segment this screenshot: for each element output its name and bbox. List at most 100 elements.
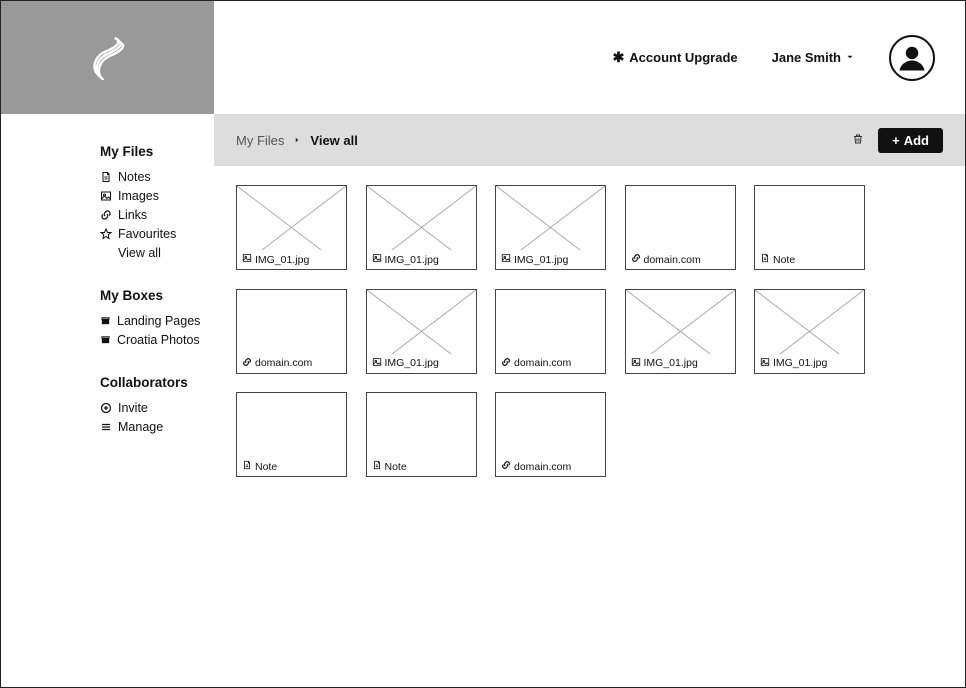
menu-icon [100,421,112,433]
file-grid: IMG_01.jpg IMG_01.jpg IMG_01.jpg domain.com… [236,185,943,477]
account-upgrade-link[interactable]: ✱ Account Upgrade [613,49,738,66]
file-tile[interactable]: domain.com [625,185,736,270]
chevron-down-icon [845,50,855,65]
file-tile[interactable]: domain.com [236,289,347,374]
file-tile[interactable]: IMG_01.jpg [495,185,606,270]
link-icon [501,460,511,473]
tile-caption: IMG_01.jpg [367,354,476,373]
delete-button[interactable] [852,133,864,148]
tile-label: IMG_01.jpg [644,357,698,369]
tile-caption: IMG_01.jpg [755,354,864,373]
sidebar-heading-myfiles: My Files [100,144,190,159]
add-button-label: Add [904,133,929,148]
tile-label: IMG_01.jpg [514,254,568,266]
sidebar-item-notes[interactable]: Notes [100,167,190,186]
image-icon [501,253,511,266]
image-icon [760,357,770,370]
sidebar-item-croatiaphotos[interactable]: Croatia Photos [100,330,190,349]
tile-caption: IMG_01.jpg [496,250,605,269]
box-icon [100,334,111,345]
link-icon [100,209,112,221]
tile-caption: IMG_01.jpg [626,354,735,373]
sidebar-heading-collaborators: Collaborators [100,375,190,390]
tile-caption: domain.com [237,354,346,373]
note-icon [760,253,770,266]
box-icon [100,315,111,326]
tile-label: domain.com [255,357,312,369]
burst-icon: ✱ [613,49,625,66]
link-icon [242,357,252,370]
sidebar-item-invite[interactable]: Invite [100,398,190,417]
sidebar-item-landingpages[interactable]: Landing Pages [100,311,190,330]
link-icon [501,357,511,370]
file-tile[interactable]: IMG_01.jpg [625,289,736,374]
note-icon [372,460,382,473]
image-icon [242,253,252,266]
tile-label: Note [385,461,407,473]
breadcrumb-root[interactable]: My Files [236,133,284,148]
tile-caption: domain.com [626,250,735,269]
account-upgrade-label: Account Upgrade [629,50,737,65]
chevron-right-icon [292,133,302,148]
image-icon [372,253,382,266]
sidebar-group-myfiles: My Files Notes Images [100,144,190,262]
tile-caption: Note [755,250,864,269]
sidebar-item-label: Favourites [118,227,176,241]
sidebar-group-collaborators: Collaborators Invite Manage [100,375,190,436]
plus-circle-icon [100,402,112,414]
file-tile[interactable]: IMG_01.jpg [236,185,347,270]
sidebar-item-links[interactable]: Links [100,205,190,224]
tile-caption: Note [367,457,476,476]
file-tile[interactable]: domain.com [495,289,606,374]
sidebar-item-label: Manage [118,420,163,434]
user-name-label: Jane Smith [772,50,841,65]
user-menu[interactable]: Jane Smith [772,50,855,65]
breadcrumb-current: View all [310,133,357,148]
sidebar-item-label: View all [118,246,161,260]
file-tile[interactable]: Note [366,392,477,477]
tile-caption: IMG_01.jpg [367,250,476,269]
star-icon [100,228,112,240]
tile-label: IMG_01.jpg [255,254,309,266]
file-tile[interactable]: Note [754,185,865,270]
tile-label: IMG_01.jpg [773,357,827,369]
breadcrumb: My Files View all [236,133,358,148]
tile-label: domain.com [514,357,571,369]
image-icon [100,190,112,202]
sidebar-item-images[interactable]: Images [100,186,190,205]
sidebar-item-favourites[interactable]: Favourites [100,224,190,243]
sidebar-item-manage[interactable]: Manage [100,417,190,436]
avatar[interactable] [889,35,935,81]
sidebar-item-label: Notes [118,170,151,184]
plus-icon: + [892,133,900,148]
image-icon [372,357,382,370]
file-tile[interactable]: Note [236,392,347,477]
actionbar: My Files View all + Add [214,114,965,166]
logo-area [1,1,214,114]
note-icon [100,171,112,183]
tile-caption: domain.com [496,457,605,476]
sidebar-group-myboxes: My Boxes Landing Pages Croatia Photos [100,288,190,349]
file-tile[interactable]: IMG_01.jpg [366,185,477,270]
sidebar-item-label: Links [118,208,147,222]
sidebar-item-label: Croatia Photos [117,333,200,347]
user-icon [897,43,927,73]
add-button[interactable]: + Add [878,128,943,153]
tile-label: IMG_01.jpg [385,357,439,369]
image-icon [631,357,641,370]
trash-icon [852,133,864,145]
sidebar-item-label: Landing Pages [117,314,200,328]
logo-icon [86,36,130,80]
tile-label: Note [773,254,795,266]
tile-label: IMG_01.jpg [385,254,439,266]
file-tile[interactable]: IMG_01.jpg [754,289,865,374]
tile-label: domain.com [514,461,571,473]
file-tile[interactable]: domain.com [495,392,606,477]
tile-caption: Note [237,457,346,476]
topbar: ✱ Account Upgrade Jane Smith [214,1,965,114]
sidebar-item-viewall[interactable]: View all [100,243,190,262]
file-tile[interactable]: IMG_01.jpg [366,289,477,374]
note-icon [242,460,252,473]
tile-caption: IMG_01.jpg [237,250,346,269]
tile-label: domain.com [644,254,701,266]
